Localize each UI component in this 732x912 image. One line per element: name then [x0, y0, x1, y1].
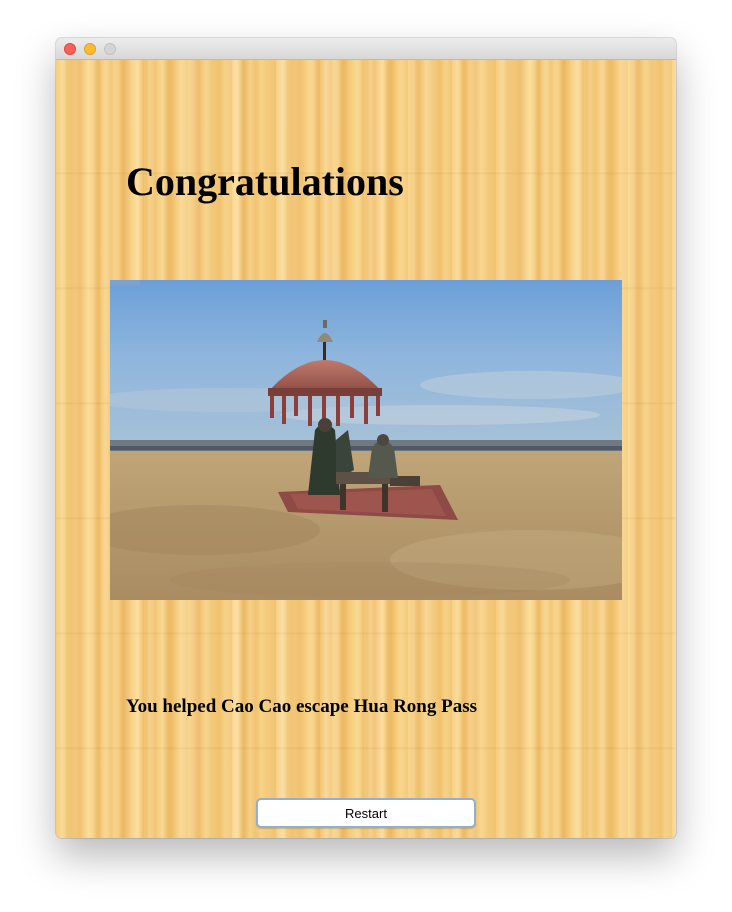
victory-message: You helped Cao Cao escape Hua Rong Pass	[126, 696, 478, 717]
minimize-window-button[interactable]	[84, 43, 96, 55]
wood-background: Congratulations You helped Cao Cao escap…	[56, 60, 676, 838]
title-bar	[56, 38, 676, 60]
close-window-button[interactable]	[64, 43, 76, 55]
victory-scene-image	[110, 280, 622, 600]
congratulations-title: Congratulations	[126, 159, 404, 204]
maximize-window-button[interactable]	[104, 43, 116, 55]
game-window: Congratulations You helped Cao Cao escap…	[56, 38, 676, 838]
restart-button[interactable]: Restart	[256, 798, 476, 828]
